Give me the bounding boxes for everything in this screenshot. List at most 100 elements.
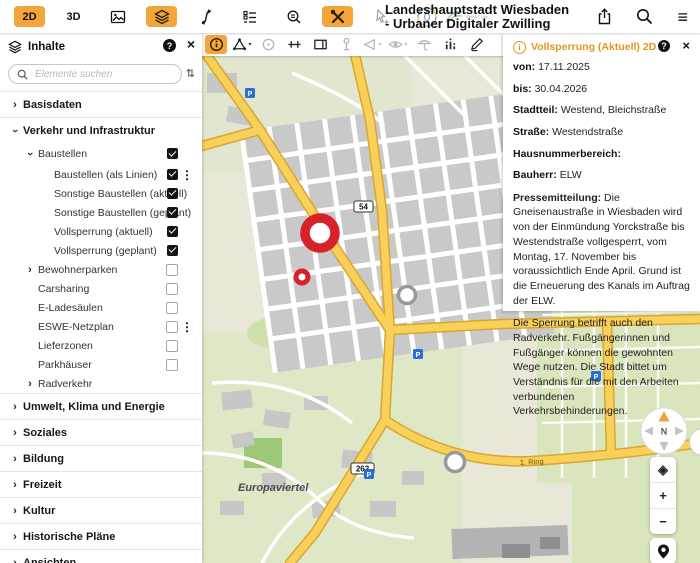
tree-section-soziales[interactable]: › Soziales: [0, 419, 202, 445]
street-lamp-icon: [339, 37, 354, 52]
checkbox-unchecked[interactable]: [166, 321, 178, 333]
cross-section-tool-button[interactable]: [283, 35, 305, 54]
chevron-right-icon[interactable]: ›: [25, 264, 35, 276]
chevron-right-icon[interactable]: ›: [10, 479, 20, 491]
tree-section-freizeit[interactable]: › Freizeit: [0, 471, 202, 497]
share-button[interactable]: [597, 8, 612, 25]
tree-section-umwelt[interactable]: › Umwelt, Klima und Energie: [0, 393, 202, 419]
panel-header: i Vollsperrung (Aktuell) 2D ? ×: [513, 39, 690, 55]
marker-vollsperrung-small[interactable]: [296, 271, 308, 283]
tree-item-carsharing[interactable]: Carsharing: [0, 279, 202, 298]
sidebar-help-button[interactable]: ?: [163, 39, 176, 52]
view-cone-tool-button[interactable]: ▾: [361, 35, 383, 54]
checkbox-unchecked[interactable]: [166, 302, 178, 314]
checkbox-unchecked[interactable]: [166, 264, 178, 276]
chevron-down-icon: ▾: [248, 41, 251, 48]
station-building: [502, 544, 530, 558]
tree-section-bildung[interactable]: › Bildung: [0, 445, 202, 471]
checkbox-checked[interactable]: [167, 188, 178, 199]
chevron-right-icon[interactable]: ›: [10, 557, 20, 563]
circle-tool-button[interactable]: [257, 35, 279, 54]
tree-item-radverkehr[interactable]: › Radverkehr: [0, 374, 202, 393]
tree-section-historische-plaene[interactable]: › Historische Pläne: [0, 523, 202, 549]
cross-section-icon: [287, 37, 302, 52]
checkbox-checked[interactable]: [167, 226, 178, 237]
location-pin-button[interactable]: [650, 538, 676, 563]
zoom-in-button[interactable]: +: [650, 483, 676, 509]
svg-text:P: P: [367, 472, 372, 479]
tree-item-sonstige-geplant[interactable]: Sonstige Baustellen (geplant): [0, 203, 202, 222]
chevron-right-icon[interactable]: ›: [10, 401, 20, 413]
search-input[interactable]: [33, 68, 157, 81]
chevron-right-icon[interactable]: ›: [10, 99, 20, 111]
tree-item-baustellen[interactable]: › Baustellen: [0, 143, 202, 165]
panel-close-button[interactable]: ×: [682, 38, 690, 53]
search-layers-button[interactable]: [278, 6, 309, 27]
panel-help-button[interactable]: ?: [658, 40, 670, 52]
street-furniture-tool-button[interactable]: [335, 35, 357, 54]
checkbox-unchecked[interactable]: [166, 359, 178, 371]
checkbox-checked[interactable]: [167, 169, 178, 180]
tree-item-parkhaeuser[interactable]: Parkhäuser: [0, 355, 202, 374]
zoom-out-button[interactable]: −: [650, 509, 676, 534]
checkbox-checked[interactable]: [167, 245, 178, 256]
chevron-down-icon[interactable]: ›: [9, 126, 21, 136]
shadow-tool-button[interactable]: [413, 35, 435, 54]
tree-item-eswe-netzplan[interactable]: ESWE-Netzplan ⋮: [0, 317, 202, 336]
tree-item-e-ladesaeulen[interactable]: E-Ladesäulen: [0, 298, 202, 317]
tree-section-kultur[interactable]: › Kultur: [0, 497, 202, 523]
chevron-down-icon[interactable]: ›: [24, 149, 36, 159]
tree-section-verkehr[interactable]: › Verkehr und Infrastruktur: [0, 117, 202, 143]
tree-item-vollsperrung-aktuell[interactable]: Vollsperrung (aktuell): [0, 222, 202, 241]
chevron-right-icon[interactable]: ›: [10, 427, 20, 439]
svg-text:P: P: [416, 352, 421, 359]
chevron-right-icon[interactable]: ›: [25, 378, 35, 390]
statistics-tool-button[interactable]: [439, 35, 461, 54]
chevron-right-icon[interactable]: ›: [10, 505, 20, 517]
global-search-button[interactable]: [636, 8, 653, 25]
checkbox-unchecked[interactable]: [166, 340, 178, 352]
location-pin-icon: [657, 544, 670, 559]
tree-section-ansichten[interactable]: › Ansichten: [0, 549, 202, 563]
search-row: ⇅: [8, 64, 194, 84]
info-tool-button[interactable]: [205, 35, 227, 54]
sidebar-close-button[interactable]: ×: [187, 37, 195, 51]
search-box[interactable]: [8, 64, 182, 84]
view-2d-button[interactable]: 2D: [14, 6, 45, 27]
tree-item-lieferzonen[interactable]: Lieferzonen: [0, 336, 202, 355]
tools-button[interactable]: [322, 6, 353, 27]
layers-button[interactable]: [146, 6, 177, 27]
measure-tool-button[interactable]: ▾: [231, 35, 253, 54]
contents-sidebar: Inhalte ? × ⇅ › Basisdaten › Verkehr und…: [0, 33, 202, 563]
checkbox-checked[interactable]: [167, 207, 178, 218]
marker-closure-other-1[interactable]: [399, 287, 416, 304]
share-icon: [597, 8, 612, 25]
tree-section-basisdaten[interactable]: › Basisdaten: [0, 91, 202, 117]
sort-icon[interactable]: ⇅: [186, 67, 195, 80]
sketch-tool-button[interactable]: [465, 35, 487, 54]
circle-icon: [261, 37, 276, 52]
chevron-right-icon[interactable]: ›: [10, 531, 20, 543]
locate-button[interactable]: ◈: [650, 457, 676, 483]
tree-item-vollsperrung-geplant[interactable]: Vollsperrung (geplant): [0, 241, 202, 260]
tree-item-bewohnerparken[interactable]: › Bewohnerparken: [0, 260, 202, 279]
legend-button[interactable]: [234, 6, 265, 27]
marker-vollsperrung-large[interactable]: [305, 218, 335, 248]
tree-item-baustellen-linien[interactable]: Baustellen (als Linien) ⋮: [0, 165, 202, 184]
marker-closure-other-2[interactable]: [446, 453, 465, 472]
view-3d-button[interactable]: 3D: [58, 6, 89, 27]
checkbox-unchecked[interactable]: [166, 283, 178, 295]
menu-button[interactable]: ≡: [677, 8, 688, 26]
visibility-tool-button[interactable]: ▾: [387, 35, 409, 54]
statistics-icon: [443, 37, 458, 52]
svg-text:P: P: [248, 91, 253, 98]
tree-item-sonstige-aktuell[interactable]: Sonstige Baustellen (aktuell): [0, 184, 202, 203]
checkbox-checked[interactable]: [167, 148, 178, 159]
kebab-menu-icon[interactable]: ⋮: [181, 168, 193, 182]
screenshot-button[interactable]: [102, 6, 133, 27]
chevron-right-icon[interactable]: ›: [10, 453, 20, 465]
viewport-tool-button[interactable]: [309, 35, 331, 54]
kebab-menu-icon[interactable]: ⋮: [181, 320, 193, 334]
swipe-button[interactable]: [190, 6, 221, 27]
panel-title: Vollsperrung (Aktuell) 2D: [531, 41, 656, 53]
